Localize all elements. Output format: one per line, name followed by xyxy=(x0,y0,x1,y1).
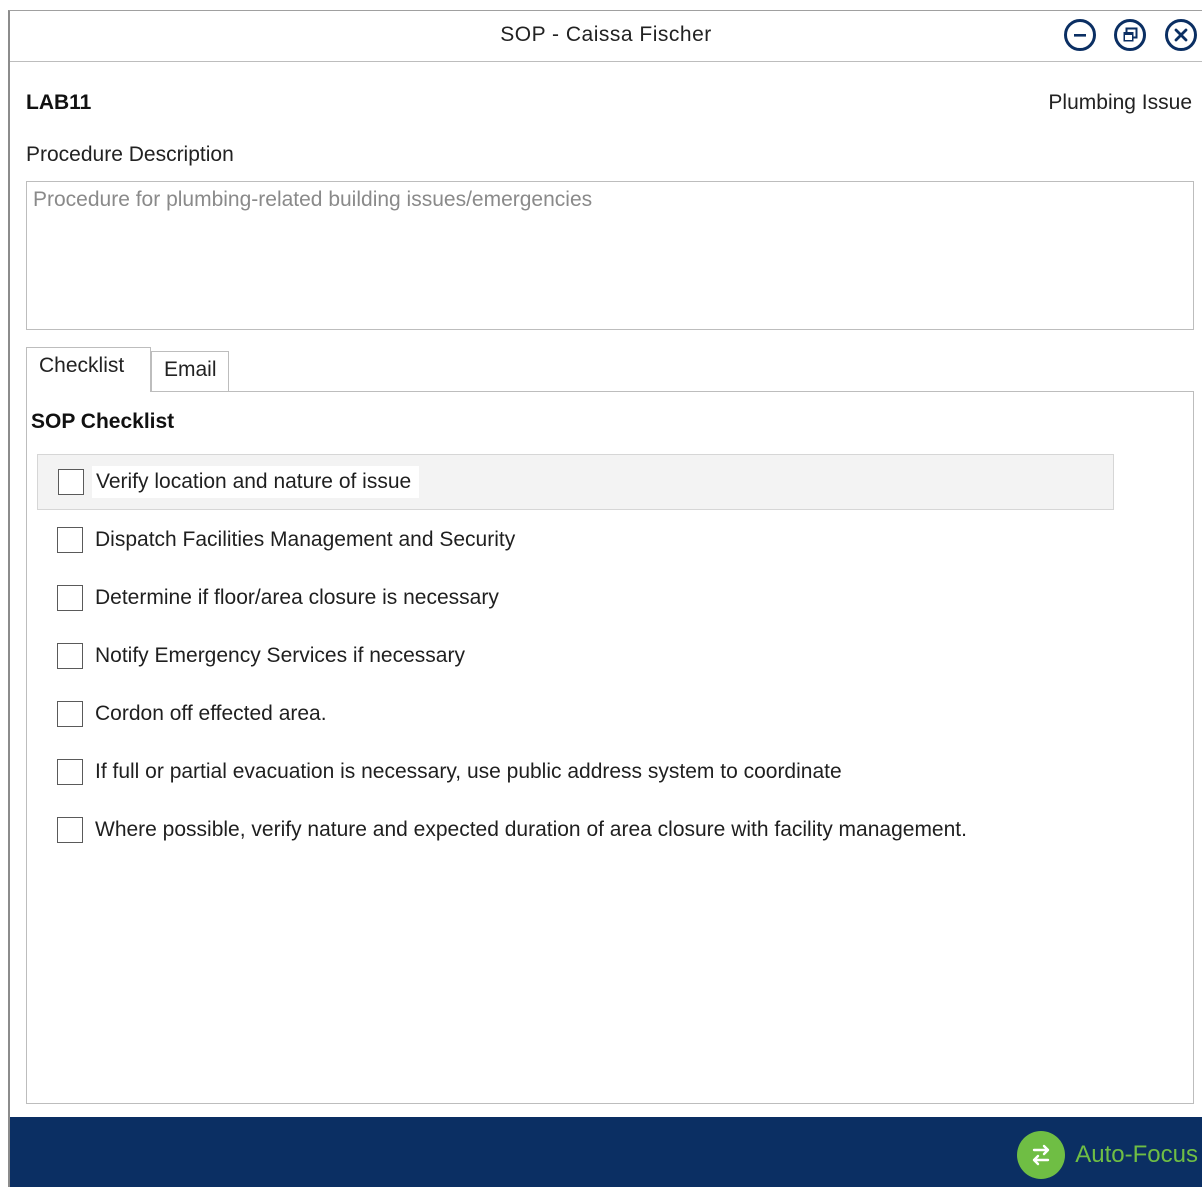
tab-email[interactable]: Email xyxy=(151,351,229,391)
sop-id: LAB11 xyxy=(26,91,92,114)
footer-bar: Auto-Focus xyxy=(10,1117,1202,1187)
window-title: SOP - Caissa Fischer xyxy=(500,23,712,46)
checklist-item[interactable]: Notify Emergency Services if necessary xyxy=(37,628,1114,684)
checklist-items: Verify location and nature of issue Disp… xyxy=(37,454,1114,858)
checklist-item-label: Dispatch Facilities Management and Secur… xyxy=(95,528,516,551)
sop-window: SOP - Caissa Fischer LAB11 Plumbing Issu… xyxy=(8,10,1202,1187)
auto-focus-label: Auto-Focus xyxy=(1075,1141,1198,1168)
checklist-title: SOP Checklist xyxy=(31,410,175,433)
checklist-item[interactable]: Where possible, verify nature and expect… xyxy=(37,802,1114,858)
checkbox[interactable] xyxy=(57,759,83,785)
checkbox[interactable] xyxy=(57,643,83,669)
checklist-item[interactable]: Verify location and nature of issue xyxy=(37,454,1114,510)
checklist-item[interactable]: If full or partial evacuation is necessa… xyxy=(37,744,1114,800)
close-icon[interactable] xyxy=(1165,19,1197,51)
checkbox[interactable] xyxy=(57,527,83,553)
auto-focus-button[interactable]: Auto-Focus xyxy=(1017,1131,1198,1179)
checkbox[interactable] xyxy=(57,817,83,843)
description-field[interactable]: Procedure for plumbing-related building … xyxy=(26,181,1194,330)
checklist-item-label: Where possible, verify nature and expect… xyxy=(95,818,967,841)
checkbox[interactable] xyxy=(57,701,83,727)
sop-category: Plumbing Issue xyxy=(1048,91,1192,114)
checklist-item-label: Verify location and nature of issue xyxy=(92,466,420,498)
checklist-item-label: Cordon off effected area. xyxy=(95,702,327,725)
tab-checklist[interactable]: Checklist xyxy=(26,347,151,392)
minimize-icon[interactable] xyxy=(1064,19,1096,51)
tab-checklist-label: Checklist xyxy=(39,354,125,377)
swap-arrows-icon xyxy=(1017,1131,1066,1179)
checklist-item[interactable]: Dispatch Facilities Management and Secur… xyxy=(37,512,1114,568)
checklist-item-label: If full or partial evacuation is necessa… xyxy=(95,760,842,783)
checklist-item[interactable]: Determine if floor/area closure is neces… xyxy=(37,570,1114,626)
tab-email-label: Email xyxy=(164,358,217,381)
checklist-item[interactable]: Cordon off effected area. xyxy=(37,686,1114,742)
checkbox[interactable] xyxy=(58,469,84,495)
checklist-item-label: Determine if floor/area closure is neces… xyxy=(95,586,499,609)
checklist-item-label: Notify Emergency Services if necessary xyxy=(95,644,465,667)
checklist-panel: SOP Checklist Verify location and nature… xyxy=(26,391,1194,1104)
description-text: Procedure for plumbing-related building … xyxy=(33,188,593,211)
description-label: Procedure Description xyxy=(26,143,234,166)
title-bar[interactable]: SOP - Caissa Fischer xyxy=(10,11,1202,62)
checkbox[interactable] xyxy=(57,585,83,611)
restore-icon[interactable] xyxy=(1114,19,1146,51)
